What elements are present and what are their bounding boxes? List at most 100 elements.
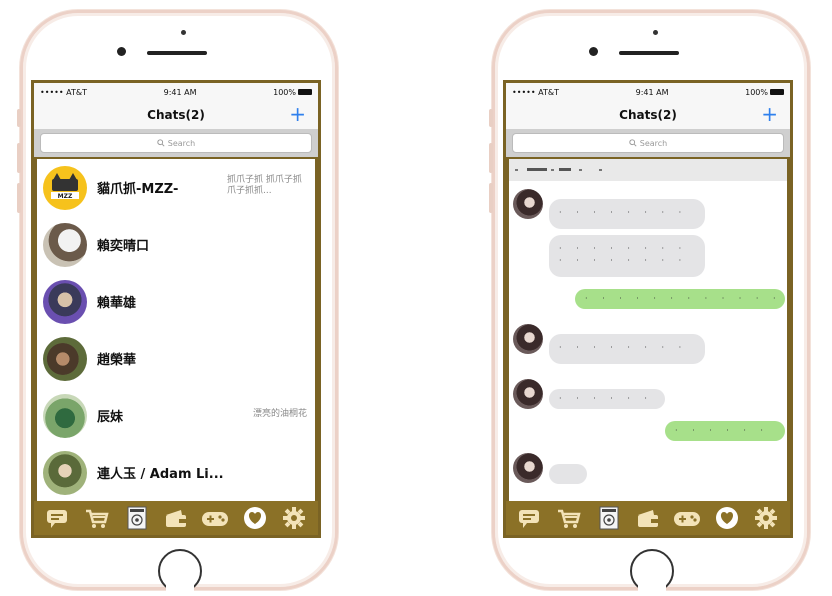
wallet-icon (165, 510, 186, 527)
chat-preview: 漂亮的油桐花 (252, 409, 307, 419)
earpiece-speaker (147, 51, 207, 55)
gamepad-icon (674, 512, 701, 526)
cat-logo-icon: MZZ (51, 172, 79, 200)
battery-indicator: 100% (745, 88, 784, 97)
chat-row-mzz[interactable]: MZZ 貓爪抓-MZZ- 抓爪子抓 抓爪子抓爪子抓抓... (37, 159, 315, 216)
nav-bar: Chats(2) + (506, 101, 790, 129)
svg-text:MZZ: MZZ (58, 193, 73, 200)
incoming-message: · · · · · · · · (549, 389, 665, 409)
battery-indicator: 100% (273, 88, 312, 97)
tab-chats[interactable] (515, 506, 545, 530)
tab-favorites[interactable] (240, 506, 270, 530)
front-camera (589, 47, 598, 56)
status-bar: ••••• AT&T 9:41 AM 100% (34, 83, 318, 101)
home-button[interactable] (158, 549, 202, 593)
volume-down-button (489, 183, 493, 213)
battery-icon (297, 89, 312, 95)
tab-wallet[interactable] (633, 506, 663, 530)
page-title: Chats(2) (619, 108, 677, 122)
outgoing-message: · · · · · · · · · · · · · · · · (575, 289, 785, 309)
tab-bar (34, 501, 318, 535)
magazine-icon (599, 506, 619, 530)
mute-switch (17, 109, 21, 127)
tab-games[interactable] (672, 506, 702, 530)
chat-preview: 抓爪子抓 抓爪子抓爪子抓抓... (227, 175, 302, 196)
gear-icon (755, 507, 778, 529)
battery-icon (769, 89, 784, 95)
chat-list: MZZ 貓爪抓-MZZ- 抓爪子抓 抓爪子抓爪子抓抓... 賴奕晴口 賴華雄 趙… (34, 157, 318, 505)
carrier-label: ••••• AT&T (512, 87, 559, 97)
clock: 9:41 AM (163, 87, 197, 97)
tab-favorites[interactable] (712, 506, 742, 530)
chat-bubble-icon (518, 510, 539, 528)
search-bar: Search (506, 129, 790, 157)
chat-bubble-icon (46, 510, 67, 528)
tab-settings[interactable] (751, 506, 781, 530)
outgoing-message: · · · · · · (665, 421, 785, 441)
chats-screen: ••••• AT&T 9:41 AM 100% Chats(2) + Searc… (31, 80, 321, 538)
chat-row[interactable]: 賴華雄 (37, 273, 315, 330)
tab-settings[interactable] (279, 506, 309, 530)
avatar (43, 450, 87, 495)
search-placeholder: Search (639, 138, 668, 148)
wallet-icon (637, 510, 658, 527)
tab-chats[interactable] (43, 506, 73, 530)
search-icon (629, 139, 637, 147)
incoming-message: · · · · · · · · · · · (549, 199, 705, 229)
chat-name: 賴華雄 (97, 296, 137, 311)
proximity-sensor (653, 30, 658, 35)
mute-switch (489, 109, 493, 127)
chat-name: 趙榮華 (97, 353, 137, 368)
tab-shop[interactable] (82, 506, 112, 530)
phone-right: ••••• AT&T 9:41 AM 100% Chats(2) + Searc… (489, 10, 810, 593)
chat-row[interactable]: 辰妹 漂亮的油桐花 (37, 387, 315, 444)
heart-icon (715, 507, 738, 529)
incoming-message (549, 464, 587, 484)
tab-bar (506, 501, 790, 535)
volume-up-button (17, 143, 21, 173)
phone-left: ••••• AT&T 9:41 AM 100% Chats(2) + Searc… (17, 10, 338, 593)
front-camera (117, 47, 126, 56)
volume-down-button (17, 183, 21, 213)
heart-icon (243, 507, 266, 529)
incoming-message: · · · · · · · · · ·· · · · · · · · · (549, 235, 705, 277)
avatar: MZZ (43, 165, 87, 210)
obscured-text (515, 168, 602, 171)
cart-icon (86, 509, 109, 528)
thread-header-obscured (509, 159, 787, 181)
add-chat-button[interactable]: + (761, 101, 778, 127)
magazine-icon (127, 506, 147, 530)
clock: 9:41 AM (635, 87, 669, 97)
gamepad-icon (202, 512, 229, 526)
search-input[interactable]: Search (40, 133, 312, 153)
proximity-sensor (181, 30, 186, 35)
tab-magazine[interactable] (594, 506, 624, 530)
add-chat-button[interactable]: + (289, 101, 306, 127)
conversation-screen: ••••• AT&T 9:41 AM 100% Chats(2) + Searc… (503, 80, 793, 538)
home-button[interactable] (630, 549, 674, 593)
status-bar: ••••• AT&T 9:41 AM 100% (506, 83, 790, 101)
search-placeholder: Search (167, 138, 196, 148)
avatar (513, 453, 543, 483)
message-thread: · · · · · · · · · · · · · · · · · · · · … (506, 157, 790, 505)
chat-row[interactable]: 連人玉 / Adam Li... (37, 444, 315, 501)
search-input[interactable]: Search (512, 133, 784, 153)
tab-magazine[interactable] (122, 506, 152, 530)
nav-bar: Chats(2) + (34, 101, 318, 129)
avatar (513, 324, 543, 354)
chat-row[interactable]: 賴奕晴口 (37, 216, 315, 273)
chat-row[interactable]: 趙榮華 (37, 330, 315, 387)
avatar (513, 379, 543, 409)
tab-shop[interactable] (554, 506, 584, 530)
page-title: Chats(2) (147, 108, 205, 122)
volume-up-button (489, 143, 493, 173)
tab-games[interactable] (200, 506, 230, 530)
carrier-label: ••••• AT&T (40, 87, 87, 97)
avatar (43, 393, 87, 438)
tab-wallet[interactable] (161, 506, 191, 530)
avatar (513, 189, 543, 219)
chat-name: 連人玉 / Adam Li... (97, 467, 224, 482)
mockup-stage: ••••• AT&T 9:41 AM 100% Chats(2) + Searc… (0, 0, 832, 596)
cart-icon (558, 509, 581, 528)
avatar (43, 279, 87, 324)
